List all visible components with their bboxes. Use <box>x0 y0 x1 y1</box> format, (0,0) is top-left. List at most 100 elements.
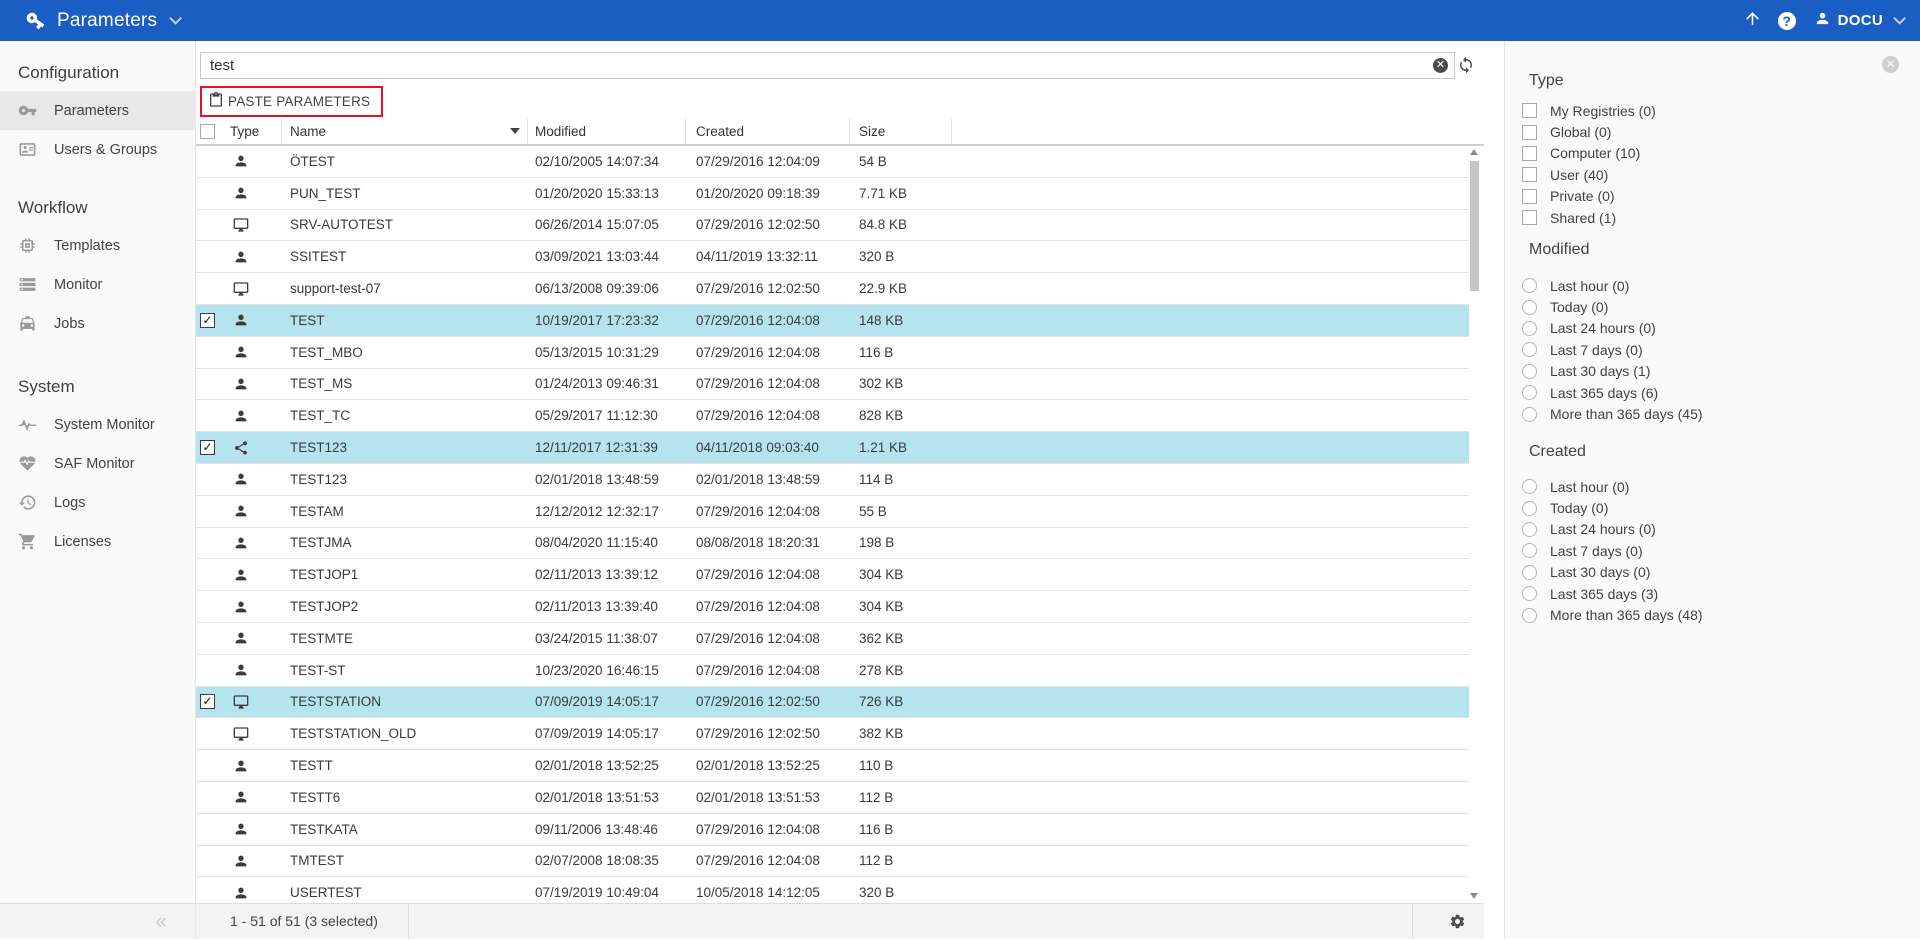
table-row[interactable]: TEST123 02/01/2018 13:48:59 02/01/2018 1… <box>196 464 1469 496</box>
settings-button[interactable] <box>1449 913 1466 935</box>
sidebar-item-licenses[interactable]: Licenses <box>0 522 195 561</box>
table-row[interactable]: ✓ TEST123 12/11/2017 12:31:39 04/11/2018… <box>196 432 1469 464</box>
table-row[interactable]: ✓ TESTSTATION 07/09/2019 14:05:17 07/29/… <box>196 687 1469 719</box>
table-row[interactable]: TESTJOP2 02/11/2013 13:39:40 07/29/2016 … <box>196 591 1469 623</box>
table-row[interactable]: TESTKATA 09/11/2006 13:48:46 07/29/2016 … <box>196 814 1469 846</box>
filter-option[interactable]: User (40) <box>1522 164 1910 185</box>
table-row[interactable]: ÖTEST 02/10/2005 14:07:34 07/29/2016 12:… <box>196 146 1469 178</box>
table-row[interactable]: TEST_MBO 05/13/2015 10:31:29 07/29/2016 … <box>196 337 1469 369</box>
column-header-type[interactable]: Type <box>226 118 282 144</box>
row-size: 7.71 KB <box>850 178 952 209</box>
scrollbar-thumb[interactable] <box>1470 161 1479 291</box>
table-row[interactable]: TEST_TC 05/29/2017 11:12:30 07/29/2016 1… <box>196 400 1469 432</box>
table-row[interactable]: TESTSTATION_OLD 07/09/2019 14:05:17 07/2… <box>196 718 1469 750</box>
clear-search-icon[interactable]: ✕ <box>1433 58 1448 73</box>
table-row[interactable]: TESTT6 02/01/2018 13:51:53 02/01/2018 13… <box>196 782 1469 814</box>
table-row[interactable]: USERTEST 07/19/2019 10:49:04 10/05/2018 … <box>196 877 1469 903</box>
table-row[interactable]: TMTEST 02/07/2008 18:08:35 07/29/2016 12… <box>196 846 1469 878</box>
sidebar-item-saf-monitor[interactable]: SAF Monitor <box>0 444 195 483</box>
sidebar-item-users-groups[interactable]: Users & Groups <box>0 130 195 169</box>
scroll-up-icon[interactable] <box>1470 149 1478 155</box>
filter-option[interactable]: Last 24 hours (0) <box>1522 318 1910 339</box>
table-row[interactable]: PUN_TEST 01/20/2020 15:33:13 01/20/2020 … <box>196 178 1469 210</box>
user-menu[interactable]: DOCU <box>1814 10 1902 32</box>
filter-option[interactable]: Today (0) <box>1522 497 1910 518</box>
filter-option[interactable]: Last 24 hours (0) <box>1522 519 1910 540</box>
filter-option[interactable]: Last 30 days (1) <box>1522 361 1910 382</box>
filter-option[interactable]: Last 7 days (0) <box>1522 339 1910 360</box>
column-header-modified[interactable]: Modified <box>528 118 686 144</box>
filter-option[interactable]: More than 365 days (45) <box>1522 403 1910 424</box>
column-header-size[interactable]: Size <box>850 118 952 144</box>
filter-option[interactable]: Today (0) <box>1522 296 1910 317</box>
sidebar-item-templates[interactable]: Templates <box>0 226 195 265</box>
app-menu[interactable]: Parameters <box>25 10 178 32</box>
person-icon <box>233 853 249 869</box>
table-scrollbar[interactable] <box>1468 146 1481 902</box>
table-row[interactable]: TEST_MS 01/24/2013 09:46:31 07/29/2016 1… <box>196 369 1469 401</box>
row-size: 304 KB <box>850 559 952 590</box>
table-row[interactable]: SSITEST 03/09/2021 13:03:44 04/11/2019 1… <box>196 241 1469 273</box>
row-modified: 02/10/2005 14:07:34 <box>528 146 686 177</box>
refresh-icon[interactable] <box>1457 56 1475 79</box>
filter-option[interactable]: Private (0) <box>1522 186 1910 207</box>
table-row[interactable]: TESTJOP1 02/11/2013 13:39:12 07/29/2016 … <box>196 559 1469 591</box>
sidebar-item-parameters[interactable]: Parameters <box>0 91 195 130</box>
collapse-sidebar-button[interactable]: « <box>155 904 167 940</box>
scroll-down-icon[interactable] <box>1470 893 1478 899</box>
filter-option[interactable]: Computer (10) <box>1522 143 1910 164</box>
filter-option[interactable]: Last 365 days (3) <box>1522 583 1910 604</box>
filter-option[interactable]: Shared (1) <box>1522 207 1910 228</box>
row-size: 304 KB <box>850 591 952 622</box>
monitor-icon <box>233 726 249 742</box>
row-name: TEST_MS <box>282 369 528 400</box>
row-created: 04/11/2018 09:03:40 <box>686 432 850 463</box>
id-card-icon <box>18 140 38 159</box>
table-row[interactable]: TEST-ST 10/23/2020 16:46:15 07/29/2016 1… <box>196 655 1469 687</box>
filter-option[interactable]: Global (0) <box>1522 121 1910 142</box>
table-row[interactable]: TESTJMA 08/04/2020 11:15:40 08/08/2018 1… <box>196 528 1469 560</box>
radio-icon <box>1522 522 1537 537</box>
paste-parameters-button[interactable]: PASTE PARAMETERS <box>202 88 381 115</box>
row-created: 02/01/2018 13:48:59 <box>686 464 850 495</box>
row-modified: 08/04/2020 11:15:40 <box>528 528 686 559</box>
row-checkbox[interactable]: ✓ <box>200 440 215 455</box>
row-modified: 10/19/2017 17:23:32 <box>528 305 686 336</box>
select-all-checkbox[interactable] <box>200 124 215 139</box>
upload-button[interactable] <box>1736 9 1770 33</box>
filter-panel: ✕ Type My Registries (0) Global (0) Comp… <box>1504 41 1920 939</box>
checkbox-icon <box>1522 103 1537 118</box>
upload-icon <box>1743 9 1762 33</box>
filter-option[interactable]: Last 30 days (0) <box>1522 562 1910 583</box>
sidebar-item-jobs[interactable]: Jobs <box>0 304 195 343</box>
row-modified: 03/09/2021 13:03:44 <box>528 241 686 272</box>
filter-option[interactable]: Last 365 days (6) <box>1522 382 1910 403</box>
row-size: 114 B <box>850 464 952 495</box>
table-row[interactable]: SRV-AUTOTEST 06/26/2014 15:07:05 07/29/2… <box>196 210 1469 242</box>
column-header-created[interactable]: Created <box>686 118 850 144</box>
table-row[interactable]: support-test-07 06/13/2008 09:39:06 07/2… <box>196 273 1469 305</box>
filter-option[interactable]: Last 7 days (0) <box>1522 540 1910 561</box>
close-filters-icon[interactable]: ✕ <box>1882 56 1899 73</box>
column-header-name[interactable]: Name <box>282 118 528 144</box>
table-row[interactable]: TESTMTE 03/24/2015 11:38:07 07/29/2016 1… <box>196 623 1469 655</box>
history-icon <box>18 493 38 512</box>
filter-option[interactable]: Last hour (0) <box>1522 476 1910 497</box>
sidebar-item-system-monitor[interactable]: System Monitor <box>0 405 195 444</box>
sidebar-item-monitor[interactable]: Monitor <box>0 265 195 304</box>
table-row[interactable]: ✓ TEST 10/19/2017 17:23:32 07/29/2016 12… <box>196 305 1469 337</box>
search-input[interactable] <box>200 52 1455 79</box>
sidebar-item-logs[interactable]: Logs <box>0 483 195 522</box>
row-created: 07/29/2016 12:02:50 <box>686 718 850 749</box>
row-modified: 02/11/2013 13:39:40 <box>528 591 686 622</box>
row-checkbox[interactable]: ✓ <box>200 694 215 709</box>
table-row[interactable]: TESTT 02/01/2018 13:52:25 02/01/2018 13:… <box>196 750 1469 782</box>
filter-option[interactable]: More than 365 days (48) <box>1522 604 1910 625</box>
row-checkbox[interactable]: ✓ <box>200 313 215 328</box>
row-name: support-test-07 <box>282 273 528 304</box>
filter-option[interactable]: My Registries (0) <box>1522 100 1910 121</box>
table-row[interactable]: TESTAM 12/12/2012 12:32:17 07/29/2016 12… <box>196 496 1469 528</box>
row-name: PUN_TEST <box>282 178 528 209</box>
filter-option[interactable]: Last hour (0) <box>1522 275 1910 296</box>
help-button[interactable]: ? <box>1770 12 1804 30</box>
